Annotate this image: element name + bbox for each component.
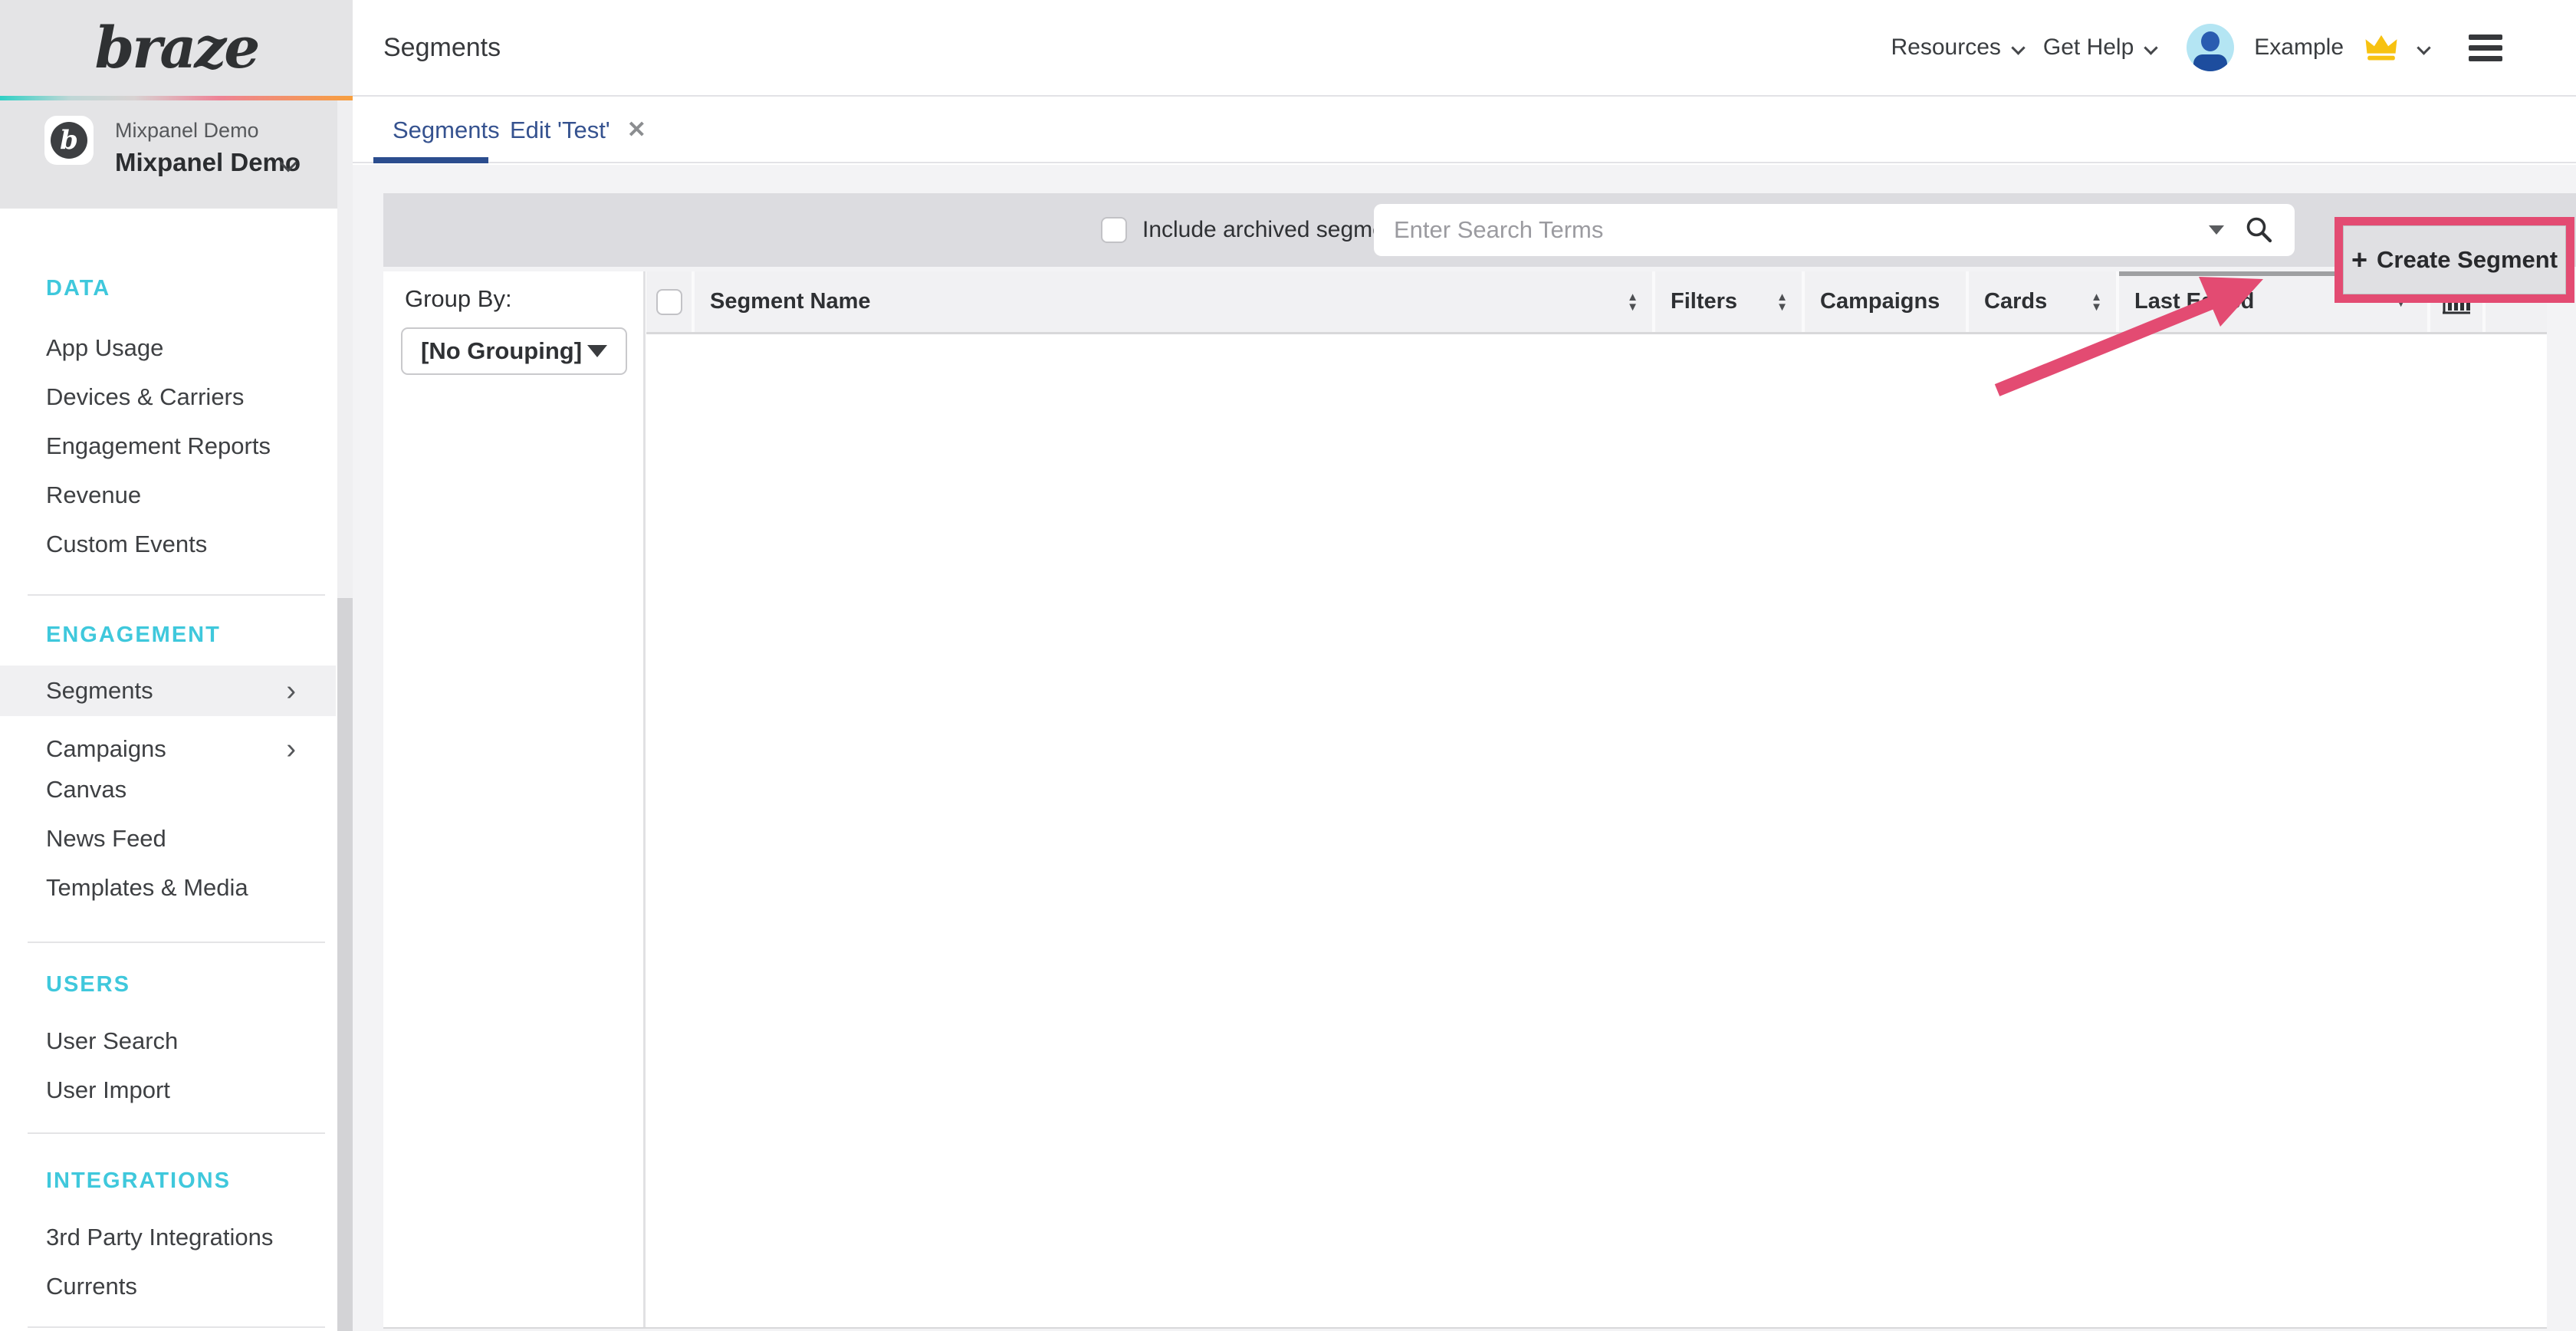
sidebar-item-engagement-reports[interactable]: Engagement Reports <box>46 432 299 460</box>
annotation-highlight-box: + Create Segment <box>2334 217 2574 303</box>
sidebar-item-app-usage[interactable]: App Usage <box>46 334 299 362</box>
sort-icon[interactable]: ▲▼ <box>1627 292 1638 312</box>
user-name: Example <box>2254 35 2344 61</box>
segments-table-header: Segment Name ▲▼ Filters ▲▼ Campaigns Car… <box>646 271 2547 334</box>
sort-icon[interactable]: ▲▼ <box>2091 292 2102 312</box>
sidebar-item-news-feed[interactable]: News Feed <box>46 825 299 853</box>
segments-body: Group By: [No Grouping] Segment Name ▲▼ <box>383 271 2547 1329</box>
crown-icon <box>2364 34 2399 61</box>
chevron-down-icon[interactable] <box>2417 41 2430 54</box>
select-all-checkbox[interactable] <box>656 289 682 315</box>
sidebar-divider <box>28 594 325 596</box>
create-segment-button[interactable]: + Create Segment <box>2343 225 2566 294</box>
select-all-header-cell <box>646 271 692 332</box>
segment-name-header-cell[interactable]: Segment Name ▲▼ <box>695 271 1652 332</box>
active-tab-underline <box>373 157 488 163</box>
sidebar-scrollbar-thumb[interactable] <box>337 598 353 1331</box>
sidebar-item-user-import[interactable]: User Import <box>46 1076 299 1104</box>
select-caret-icon <box>587 345 607 357</box>
segments-table-body <box>646 334 2547 1327</box>
page-title: Segments <box>383 0 501 95</box>
sidebar-item-user-search[interactable]: User Search <box>46 1027 299 1055</box>
sidebar: braze b Mixpanel Demo Mixpanel Demo DATA… <box>0 0 353 1331</box>
sidebar-item-canvas[interactable]: Canvas <box>46 776 299 804</box>
chevron-down-icon <box>2144 41 2158 54</box>
sidebar-divider <box>28 942 325 943</box>
sidebar-item-templates-media[interactable]: Templates & Media <box>46 874 299 902</box>
header-right-cluster: Resources Get Help Example <box>1891 0 2502 95</box>
sidebar-item-devices-carriers[interactable]: Devices & Carriers <box>46 383 299 411</box>
search-icon[interactable] <box>2244 215 2275 245</box>
campaigns-header-cell[interactable]: Campaigns <box>1805 271 1966 332</box>
braze-logo: braze <box>95 15 258 81</box>
workspace-selector[interactable]: b Mixpanel Demo Mixpanel Demo <box>0 100 353 209</box>
cards-header-cell[interactable]: Cards ▲▼ <box>1969 271 2116 332</box>
avatar-person-icon <box>2201 31 2220 51</box>
sidebar-section-integrations: INTEGRATIONS <box>46 1168 299 1194</box>
user-avatar[interactable] <box>2187 24 2234 71</box>
braze-segments-screen: braze b Mixpanel Demo Mixpanel Demo DATA… <box>0 0 2576 1331</box>
workspace-company-name: Mixpanel Demo <box>115 119 259 143</box>
hamburger-menu-icon[interactable] <box>2469 35 2502 61</box>
group-by-label: Group By: <box>405 285 512 313</box>
sidebar-section-users: USERS <box>46 972 299 997</box>
workspace-app-icon: b <box>44 116 94 165</box>
sidebar-item-custom-events[interactable]: Custom Events <box>46 531 299 558</box>
sidebar-divider <box>28 1326 325 1328</box>
sidebar-item-currents[interactable]: Currents <box>46 1273 299 1300</box>
braze-b-icon: b <box>51 122 87 159</box>
group-by-panel: Group By: [No Grouping] <box>383 271 646 1327</box>
tab-segments[interactable]: Segments <box>393 98 500 162</box>
sidebar-item-revenue[interactable]: Revenue <box>46 481 299 509</box>
sidebar-item-segments[interactable]: Segments › <box>0 666 336 716</box>
tab-edit-test[interactable]: Edit 'Test' ✕ <box>510 98 646 162</box>
sidebar-item-campaigns[interactable]: Campaigns › <box>0 724 336 774</box>
logo-block: braze <box>0 0 353 96</box>
search-dropdown-caret-icon[interactable] <box>2209 225 2224 235</box>
sidebar-section-engagement: ENGAGEMENT <box>46 623 299 648</box>
chevron-right-icon: › <box>286 676 296 705</box>
group-by-select[interactable]: [No Grouping] <box>401 327 627 375</box>
close-icon[interactable]: ✕ <box>627 117 646 143</box>
top-header: Segments Resources Get Help Example <box>353 0 2576 97</box>
filters-header-cell[interactable]: Filters ▲▼ <box>1655 271 1802 332</box>
include-archived-checkbox[interactable] <box>1101 217 1127 243</box>
plus-icon: + <box>2351 244 2367 276</box>
segments-toolbar: Include archived segments + Create Segme… <box>383 193 2576 267</box>
workspace-app-name: Mixpanel Demo <box>115 148 301 177</box>
chevron-right-icon: › <box>286 735 296 764</box>
content-area: Include archived segments + Create Segme… <box>353 165 2576 1331</box>
tab-bar: Segments Edit 'Test' ✕ <box>353 98 2576 163</box>
get-help-menu[interactable]: Get Help <box>2043 35 2156 61</box>
sidebar-divider <box>28 1132 325 1134</box>
sidebar-item-3rd-party-integrations[interactable]: 3rd Party Integrations <box>46 1224 299 1251</box>
sidebar-section-data: DATA <box>46 276 299 301</box>
resources-label: Resources <box>1891 35 2000 61</box>
segment-search-box <box>1374 204 2295 256</box>
search-input[interactable] <box>1394 216 2189 244</box>
get-help-label: Get Help <box>2043 35 2134 61</box>
chevron-down-icon <box>2011 41 2025 54</box>
sort-icon[interactable]: ▲▼ <box>1776 292 1788 312</box>
resources-menu[interactable]: Resources <box>1891 35 2022 61</box>
